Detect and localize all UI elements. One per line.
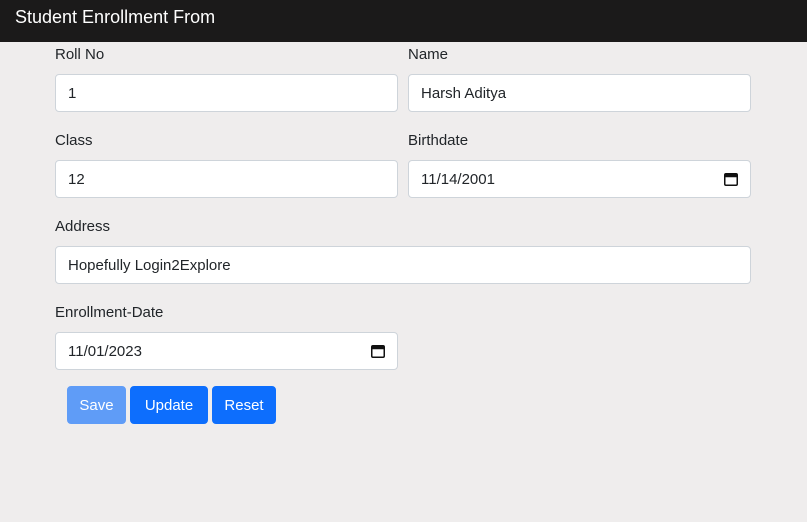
roll-no-input[interactable]: 1 bbox=[55, 74, 398, 112]
roll-no-value: 1 bbox=[68, 84, 77, 102]
address-value: Hopefully Login2Explore bbox=[68, 256, 231, 274]
roll-no-label: Roll No bbox=[55, 46, 105, 63]
calendar-icon[interactable] bbox=[724, 172, 738, 186]
save-button[interactable]: Save bbox=[67, 386, 126, 424]
name-value: Harsh Aditya bbox=[421, 84, 507, 102]
enrollment-date-input[interactable]: 11/01/2023 bbox=[55, 332, 398, 370]
address-input[interactable]: Hopefully Login2Explore bbox=[55, 246, 751, 284]
name-label: Name bbox=[408, 46, 449, 63]
enrollment-date-value: 11/01/2023 bbox=[68, 342, 142, 360]
calendar-icon[interactable] bbox=[371, 344, 385, 358]
address-label: Address bbox=[55, 218, 111, 235]
update-button[interactable]: Update bbox=[130, 386, 208, 424]
class-label: Class bbox=[55, 132, 93, 149]
class-input[interactable]: 12 bbox=[55, 160, 398, 198]
birthdate-value: 11/14/2001 bbox=[421, 170, 495, 188]
reset-button[interactable]: Reset bbox=[212, 386, 276, 424]
class-value: 12 bbox=[68, 170, 85, 188]
page-title: Student Enrollment From bbox=[15, 7, 216, 27]
enrollment-date-label: Enrollment-Date bbox=[55, 304, 164, 321]
name-input[interactable]: Harsh Aditya bbox=[408, 74, 751, 112]
birthdate-input[interactable]: 11/14/2001 bbox=[408, 160, 751, 198]
page-header: Student Enrollment From bbox=[0, 0, 807, 42]
birthdate-label: Birthdate bbox=[408, 132, 469, 149]
